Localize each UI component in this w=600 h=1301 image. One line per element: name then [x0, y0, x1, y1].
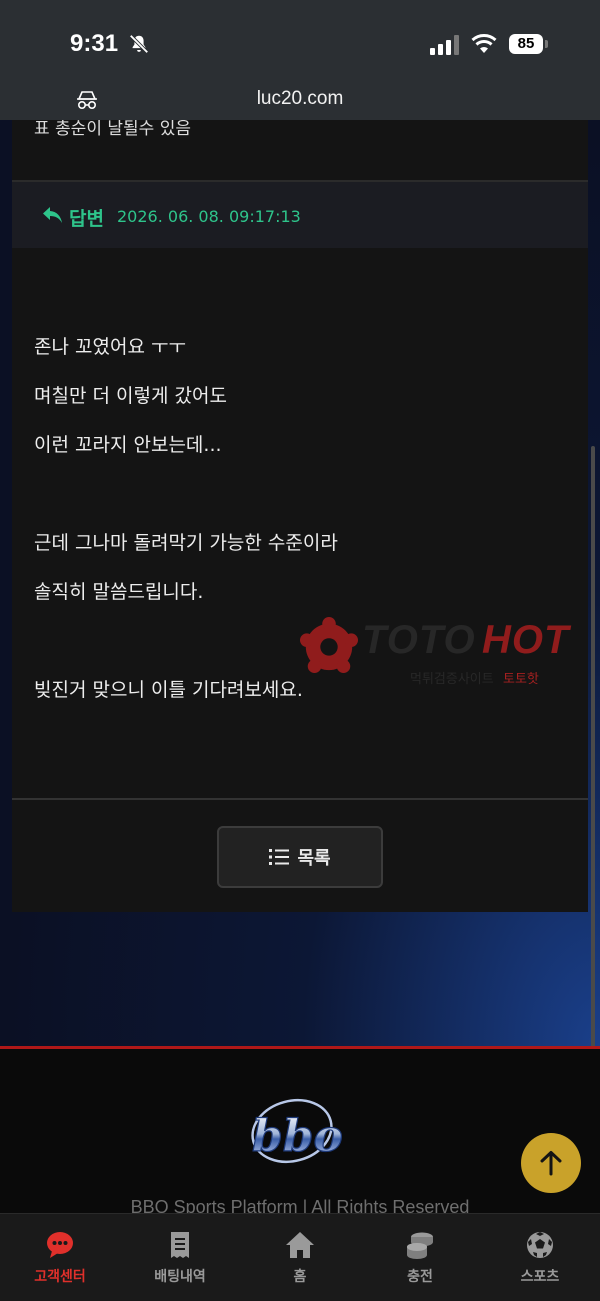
status-bar: 9:31 85 luc20.com — [0, 0, 600, 120]
nav-label: 고객센터 — [34, 1269, 86, 1285]
nav-item-bet-history[interactable]: 배팅내역 — [120, 1214, 240, 1301]
status-time: 9:31 — [70, 30, 119, 57]
watermark-brand: TOTO — [362, 618, 476, 662]
nav-item-support[interactable]: 고객센터 — [0, 1214, 120, 1301]
watermark-brand-hot: HOT — [482, 618, 570, 662]
body-line: 존나 꼬였어요 ㅜㅜ — [34, 336, 186, 358]
divider — [12, 798, 588, 800]
answer-label: 답변 — [69, 208, 104, 230]
soccer-ball-icon — [527, 1232, 553, 1258]
nav-item-sports[interactable]: 스포츠 — [480, 1214, 600, 1301]
answer-date: 2026. 06. 08. 09:17:13 — [117, 207, 301, 226]
home-icon — [286, 1232, 314, 1258]
nav-label: 충전 — [407, 1269, 433, 1285]
watermark-logo-icon — [300, 616, 358, 674]
nav-label: 홈 — [293, 1269, 307, 1285]
previous-text-cutoff: 표 총순이 날될수 있음 — [34, 120, 191, 139]
bbo-logo: bbo — [251, 1098, 343, 1164]
body-line: 근데 그나마 돌려막기 가능한 수준이라 — [34, 532, 338, 554]
footer: bbo BBO Sports Platform | All Rights Res… — [0, 1049, 600, 1217]
body-line: 며칠만 더 이렇게 갔어도 — [34, 385, 227, 407]
url-bar[interactable]: luc20.com — [0, 88, 600, 110]
post-card: 표 총순이 날될수 있음 답변 2026. 06. 08. 09:17:13 존… — [12, 120, 588, 912]
nav-label: 스포츠 — [520, 1269, 560, 1285]
signal-icon — [430, 35, 459, 55]
watermark: TOTO HOT 먹튀검증사이트 토토핫 — [296, 614, 596, 690]
page-content: 표 총순이 날될수 있음 답변 2026. 06. 08. 09:17:13 존… — [0, 120, 600, 1047]
receipt-icon — [171, 1232, 189, 1258]
battery-nub — [545, 40, 548, 48]
coins-icon — [407, 1232, 433, 1259]
watermark-subtitle-brand: 토토핫 — [503, 672, 539, 687]
chat-bubble-icon — [47, 1232, 73, 1258]
bbo-logo-text: bbo — [252, 1111, 343, 1162]
battery-icon: 85 — [509, 34, 543, 54]
body-line: 빚진거 맞으니 이틀 기다려보세요. — [34, 679, 303, 701]
list-icon — [269, 849, 290, 865]
body-line: 솔직히 말씀드립니다. — [34, 581, 204, 603]
arrow-up-icon — [540, 1151, 562, 1176]
bell-off-icon — [129, 34, 149, 54]
scroll-top-button[interactable] — [521, 1133, 581, 1193]
body-line: 이런 꼬라지 안보는데... — [34, 434, 222, 456]
nav-item-home[interactable]: 홈 — [240, 1214, 360, 1301]
bottom-nav: 고객센터 배팅내역 홈 충전 스포츠 — [0, 1213, 600, 1301]
nav-item-charge[interactable]: 충전 — [360, 1214, 480, 1301]
watermark-subtitle: 먹튀검증사이트 — [410, 672, 494, 687]
list-button[interactable]: 목록 — [217, 826, 383, 888]
list-button-label: 목록 — [297, 848, 331, 869]
wifi-icon — [471, 34, 497, 53]
scrollbar[interactable] — [591, 446, 595, 1047]
nav-label: 배팅내역 — [154, 1269, 206, 1285]
reply-icon — [43, 207, 62, 223]
